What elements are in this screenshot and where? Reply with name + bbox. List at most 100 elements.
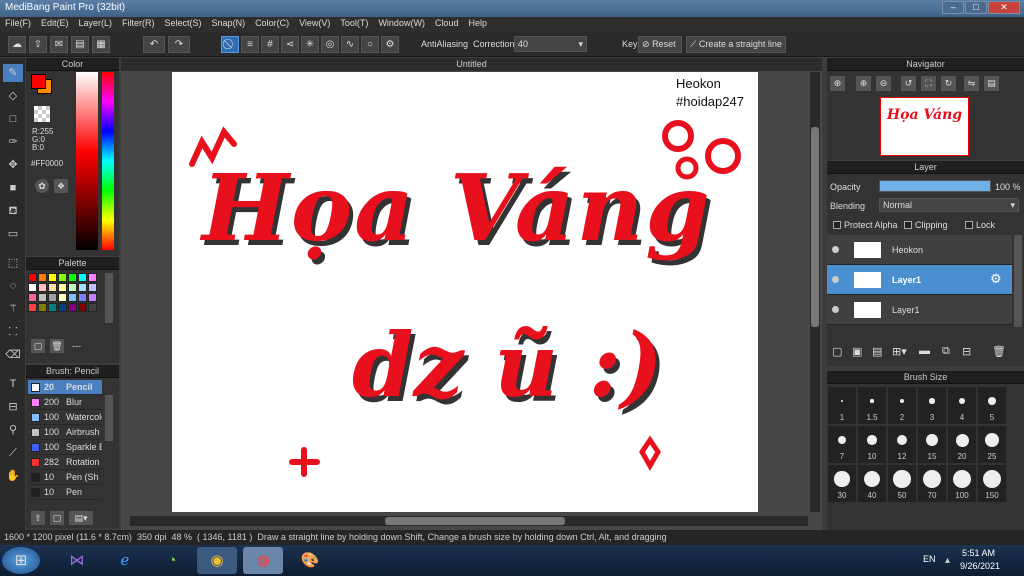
- correction-select[interactable]: 40 ▾: [514, 36, 587, 52]
- clock-time[interactable]: 5:51 AM: [962, 548, 995, 558]
- palette-swatch[interactable]: [48, 293, 57, 302]
- palette-swatch[interactable]: [78, 273, 87, 282]
- hue-bar[interactable]: [102, 72, 114, 250]
- brush-item[interactable]: 10 Pen: [28, 485, 102, 500]
- visibility-eye-icon[interactable]: [832, 306, 839, 313]
- navigator-preview[interactable]: Họa Váng: [880, 97, 969, 156]
- comment-icon[interactable]: ✉: [50, 36, 68, 53]
- add-layer-menu-icon[interactable]: ⊞▾: [892, 345, 907, 358]
- rotate-left-icon[interactable]: ↺: [901, 76, 916, 91]
- visual-studio-icon[interactable]: ⋈: [57, 547, 97, 574]
- layer-row-selected[interactable]: Layer1 ⚙: [827, 265, 1012, 295]
- brush-item[interactable]: 100 Sparkle B: [28, 440, 102, 455]
- circle-snap-icon[interactable]: ○: [361, 36, 379, 53]
- flip-icon[interactable]: ⇋: [964, 76, 979, 91]
- document-tab[interactable]: Untitled: [121, 58, 822, 71]
- new-palette-icon[interactable]: ▢: [31, 339, 45, 353]
- brush-item[interactable]: 100 Airbrush: [28, 425, 102, 440]
- tray-arrow-icon[interactable]: ▴: [945, 555, 950, 566]
- drawing-canvas[interactable]: Heokon #hoidap247 Họa Váng dz ũ :): [172, 72, 758, 512]
- zoom-icon[interactable]: ⊕: [830, 76, 845, 91]
- main-color-swatch[interactable]: [31, 74, 46, 89]
- brush-size-cell[interactable]: 7: [828, 426, 856, 463]
- dot-tool-icon[interactable]: □: [3, 110, 23, 128]
- gear-icon[interactable]: ⚙: [990, 271, 1002, 287]
- brush-tool-icon[interactable]: ✎: [3, 64, 23, 82]
- menu-snap[interactable]: Snap(N): [207, 17, 251, 29]
- palette-swatch[interactable]: [28, 293, 37, 302]
- undo-icon[interactable]: ↶: [143, 36, 165, 53]
- menu-window[interactable]: Window(W): [373, 17, 430, 29]
- new-8bit-layer-icon[interactable]: ▤: [872, 345, 882, 358]
- blending-select[interactable]: Normal ▾: [879, 198, 1019, 212]
- color-wheel-icon[interactable]: ✿: [35, 179, 49, 193]
- share-icon[interactable]: ⇪: [29, 36, 47, 53]
- brush-item[interactable]: 20 Pencil: [28, 380, 102, 395]
- duplicate-layer-icon[interactable]: ⧉: [942, 345, 950, 358]
- magic-wand-tool-icon[interactable]: ⚚: [3, 300, 23, 318]
- menu-filter[interactable]: Filter(R): [117, 17, 160, 29]
- new-halftone-layer-icon[interactable]: ▣: [852, 345, 862, 358]
- opacity-slider[interactable]: [879, 180, 991, 192]
- palette-swatch[interactable]: [58, 283, 67, 292]
- snap-off-icon[interactable]: ⃠: [221, 36, 239, 53]
- palette-swatch[interactable]: [58, 303, 67, 312]
- straight-line-button[interactable]: ⟋ Create a straight line: [686, 36, 786, 53]
- vertical-scrollbar[interactable]: [810, 72, 820, 512]
- brush-size-cell[interactable]: 25: [978, 426, 1006, 463]
- palette-swatch[interactable]: [58, 293, 67, 302]
- lock-checkbox[interactable]: [965, 221, 973, 229]
- text-tool-icon[interactable]: T: [3, 375, 23, 393]
- palette-swatch[interactable]: [68, 293, 77, 302]
- brush-size-cell[interactable]: 40: [858, 465, 886, 502]
- menu-file[interactable]: File(F): [0, 17, 36, 29]
- new-layer-icon[interactable]: ▢: [832, 345, 842, 358]
- palette-swatch[interactable]: [28, 303, 37, 312]
- visibility-eye-icon[interactable]: [832, 276, 839, 283]
- palette-swatch[interactable]: [38, 293, 47, 302]
- ruler-tool-icon[interactable]: ⟋: [3, 444, 23, 462]
- parallel-snap-icon[interactable]: ≡: [241, 36, 259, 53]
- page-icon[interactable]: ▤: [71, 36, 89, 53]
- brush-size-cell[interactable]: 1.5: [858, 387, 886, 424]
- gradient-tool-icon[interactable]: ▭: [3, 225, 23, 243]
- folder-icon[interactable]: ▬: [919, 345, 930, 357]
- trash-icon[interactable]: 🗑: [50, 339, 64, 353]
- coc-coc-icon[interactable]: ◔: [152, 547, 192, 574]
- cross-snap-icon[interactable]: #: [261, 36, 279, 53]
- snap-settings-icon[interactable]: ⚙: [381, 36, 399, 53]
- palette-swatch[interactable]: [28, 273, 37, 282]
- layer-scrollbar[interactable]: [1014, 235, 1022, 327]
- radial-snap-icon[interactable]: ✳: [301, 36, 319, 53]
- palette-swatch[interactable]: [78, 303, 87, 312]
- menu-edit[interactable]: Edit(E): [36, 17, 74, 29]
- hand-tool-icon[interactable]: ✋: [3, 467, 23, 485]
- fill-rect-tool-icon[interactable]: ■: [3, 179, 23, 197]
- brush-size-cell[interactable]: 50: [888, 465, 916, 502]
- brush-size-cell[interactable]: 4: [948, 387, 976, 424]
- brush-size-cell[interactable]: 12: [888, 426, 916, 463]
- lasso-tool-icon[interactable]: ◌: [3, 277, 23, 295]
- menu-view[interactable]: View(V): [294, 17, 335, 29]
- rotate-right-icon[interactable]: ↻: [941, 76, 956, 91]
- move-tool-icon[interactable]: ✥: [3, 156, 23, 174]
- protect-alpha-checkbox[interactable]: [833, 221, 841, 229]
- brush-size-cell[interactable]: 20: [948, 426, 976, 463]
- transparent-color-swatch[interactable]: [34, 106, 50, 122]
- bucket-tool-icon[interactable]: ⛾: [3, 202, 23, 220]
- layer-row[interactable]: Layer1: [827, 295, 1012, 325]
- menu-layer[interactable]: Layer(L): [74, 17, 118, 29]
- add-brush-icon[interactable]: ⇧: [31, 511, 45, 525]
- redo-icon[interactable]: ↷: [168, 36, 190, 53]
- select-eraser-tool-icon[interactable]: ⌫: [3, 346, 23, 364]
- vertical-scroll-thumb[interactable]: [811, 127, 819, 327]
- palette-swatch[interactable]: [48, 303, 57, 312]
- palette-swatch[interactable]: [38, 303, 47, 312]
- menu-tool[interactable]: Tool(T): [335, 17, 373, 29]
- reset-button[interactable]: ⊘ Reset: [638, 36, 682, 53]
- brush-item[interactable]: 10 Pen (Sh: [28, 470, 102, 485]
- start-button[interactable]: ⊞: [2, 547, 40, 574]
- horizontal-scroll-thumb[interactable]: [385, 517, 565, 525]
- paint-icon[interactable]: 🎨: [290, 547, 330, 574]
- palette-swatch[interactable]: [68, 283, 77, 292]
